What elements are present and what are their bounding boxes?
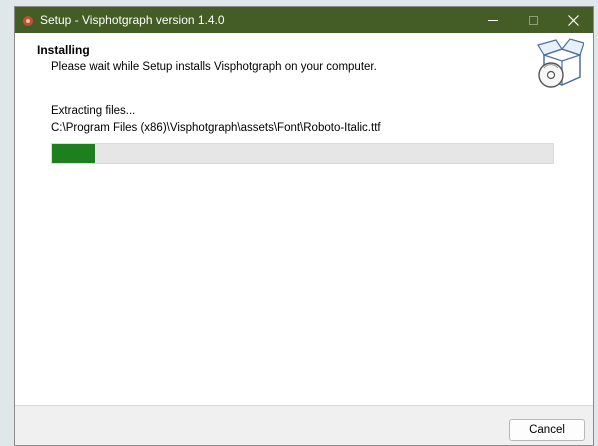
current-file-path: C:\Program Files (x86)\Visphotgraph\asse… — [51, 122, 381, 134]
progress-bar-fill — [52, 144, 95, 163]
button-bar: Cancel — [15, 405, 593, 445]
setup-window: Setup - Visphotgraph version 1.4.0 Insta… — [14, 6, 594, 446]
window-title: Setup - Visphotgraph version 1.4.0 — [40, 13, 225, 27]
install-progress-panel: Extracting files... C:\Program Files (x8… — [15, 91, 593, 401]
progress-bar — [51, 143, 554, 164]
install-box-icon — [534, 37, 585, 91]
setup-app-icon — [22, 14, 34, 26]
title-bar[interactable]: Setup - Visphotgraph version 1.4.0 — [15, 7, 593, 33]
wizard-header: Installing Please wait while Setup insta… — [15, 33, 593, 91]
minimize-icon — [488, 19, 498, 21]
page-title: Installing — [37, 43, 90, 57]
close-button[interactable] — [553, 7, 593, 33]
status-text: Extracting files... — [51, 105, 136, 117]
maximize-button — [513, 7, 553, 33]
maximize-icon — [528, 15, 538, 25]
close-icon — [567, 14, 579, 26]
page-subtitle: Please wait while Setup installs Visphot… — [51, 61, 377, 73]
cancel-button[interactable]: Cancel — [509, 419, 585, 441]
minimize-button[interactable] — [473, 7, 513, 33]
